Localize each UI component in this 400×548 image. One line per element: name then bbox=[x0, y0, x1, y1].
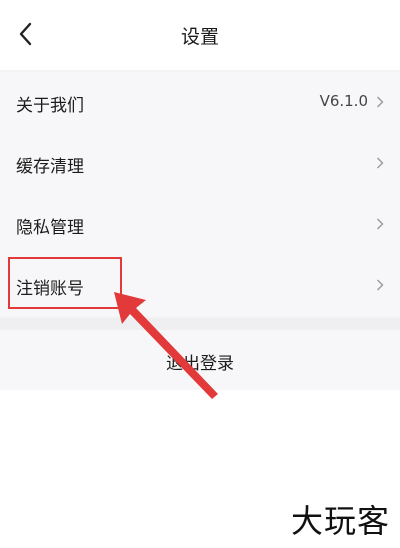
top-bar: 设置 bbox=[0, 0, 400, 70]
chevron-right-icon bbox=[377, 96, 384, 108]
settings-item-label: 缓存清理 bbox=[16, 157, 84, 177]
settings-item-label: 关于我们 bbox=[16, 96, 84, 116]
chevron-right-icon bbox=[377, 157, 384, 169]
page-title: 设置 bbox=[180, 26, 219, 48]
chevron-right-icon bbox=[377, 218, 384, 230]
settings-item-privacy[interactable]: 隐私管理 bbox=[0, 194, 400, 255]
version-value: V6.1.0 bbox=[319, 92, 368, 110]
red-arrow-annotation bbox=[114, 292, 218, 399]
chevron-right-icon bbox=[377, 279, 384, 291]
settings-item-label: 隐私管理 bbox=[16, 218, 84, 238]
watermark-text: 大玩客 bbox=[290, 502, 390, 540]
settings-item-clear-cache[interactable]: 缓存清理 bbox=[0, 133, 400, 194]
settings-item-about-us[interactable]: 关于我们 V6.1.0 bbox=[0, 72, 400, 133]
